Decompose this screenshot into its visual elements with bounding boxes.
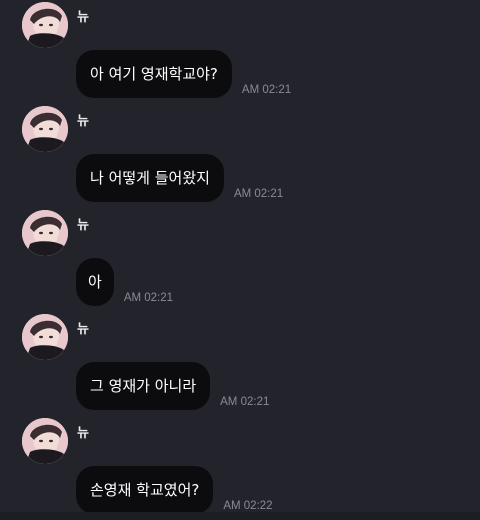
message-group: 뉴 나 어떻게 들어왔지 AM 02:21 [0, 104, 480, 208]
message-group: 뉴 아 AM 02:21 [0, 208, 480, 312]
message-timestamp: AM 02:21 [241, 84, 292, 96]
sender-name: 뉴 [77, 322, 89, 337]
message-bubble[interactable]: 나 어떻게 들어왔지 [76, 154, 224, 202]
avatar[interactable] [22, 418, 68, 464]
message-group: 뉴 아 여기 영재학교야? AM 02:21 [0, 0, 480, 104]
message-bubble[interactable]: 그 영재가 아니라 [76, 362, 211, 410]
sender-name: 뉴 [77, 218, 89, 233]
message-timestamp: AM 02:21 [123, 292, 174, 304]
message-timestamp: AM 02:22 [223, 500, 273, 512]
message-timestamp: AM 02:21 [220, 396, 270, 408]
avatar[interactable] [22, 106, 68, 152]
avatar[interactable] [22, 314, 68, 360]
avatar[interactable] [22, 210, 68, 256]
message-row: 아 여기 영재학교야? AM 02:21 [76, 46, 291, 98]
message-row: 손영재 학교였어? AM 02:22 [76, 462, 273, 514]
message-row: 나 어떻게 들어왔지 AM 02:21 [76, 150, 283, 202]
message-bubble[interactable]: 손영재 학교였어? [76, 466, 214, 514]
sender-name: 뉴 [77, 10, 89, 25]
chat-area[interactable]: 뉴 아 여기 영재학교야? AM 02:21 뉴 나 어떻게 들어왔지 AM 0… [0, 0, 480, 520]
message-bubble[interactable]: 아 여기 영재학교야? [76, 50, 232, 98]
message-group: 뉴 그 영재가 아니라 AM 02:21 [0, 312, 480, 416]
message-row: 아 AM 02:21 [76, 254, 173, 306]
message-row: 그 영재가 아니라 AM 02:21 [76, 358, 269, 410]
sender-name: 뉴 [77, 426, 89, 441]
avatar[interactable] [22, 2, 68, 48]
bottom-divider [0, 512, 480, 520]
message-bubble[interactable]: 아 [76, 258, 114, 306]
sender-name: 뉴 [77, 114, 89, 129]
message-timestamp: AM 02:21 [233, 188, 284, 200]
message-group: 뉴 손영재 학교였어? AM 02:22 [0, 416, 480, 520]
